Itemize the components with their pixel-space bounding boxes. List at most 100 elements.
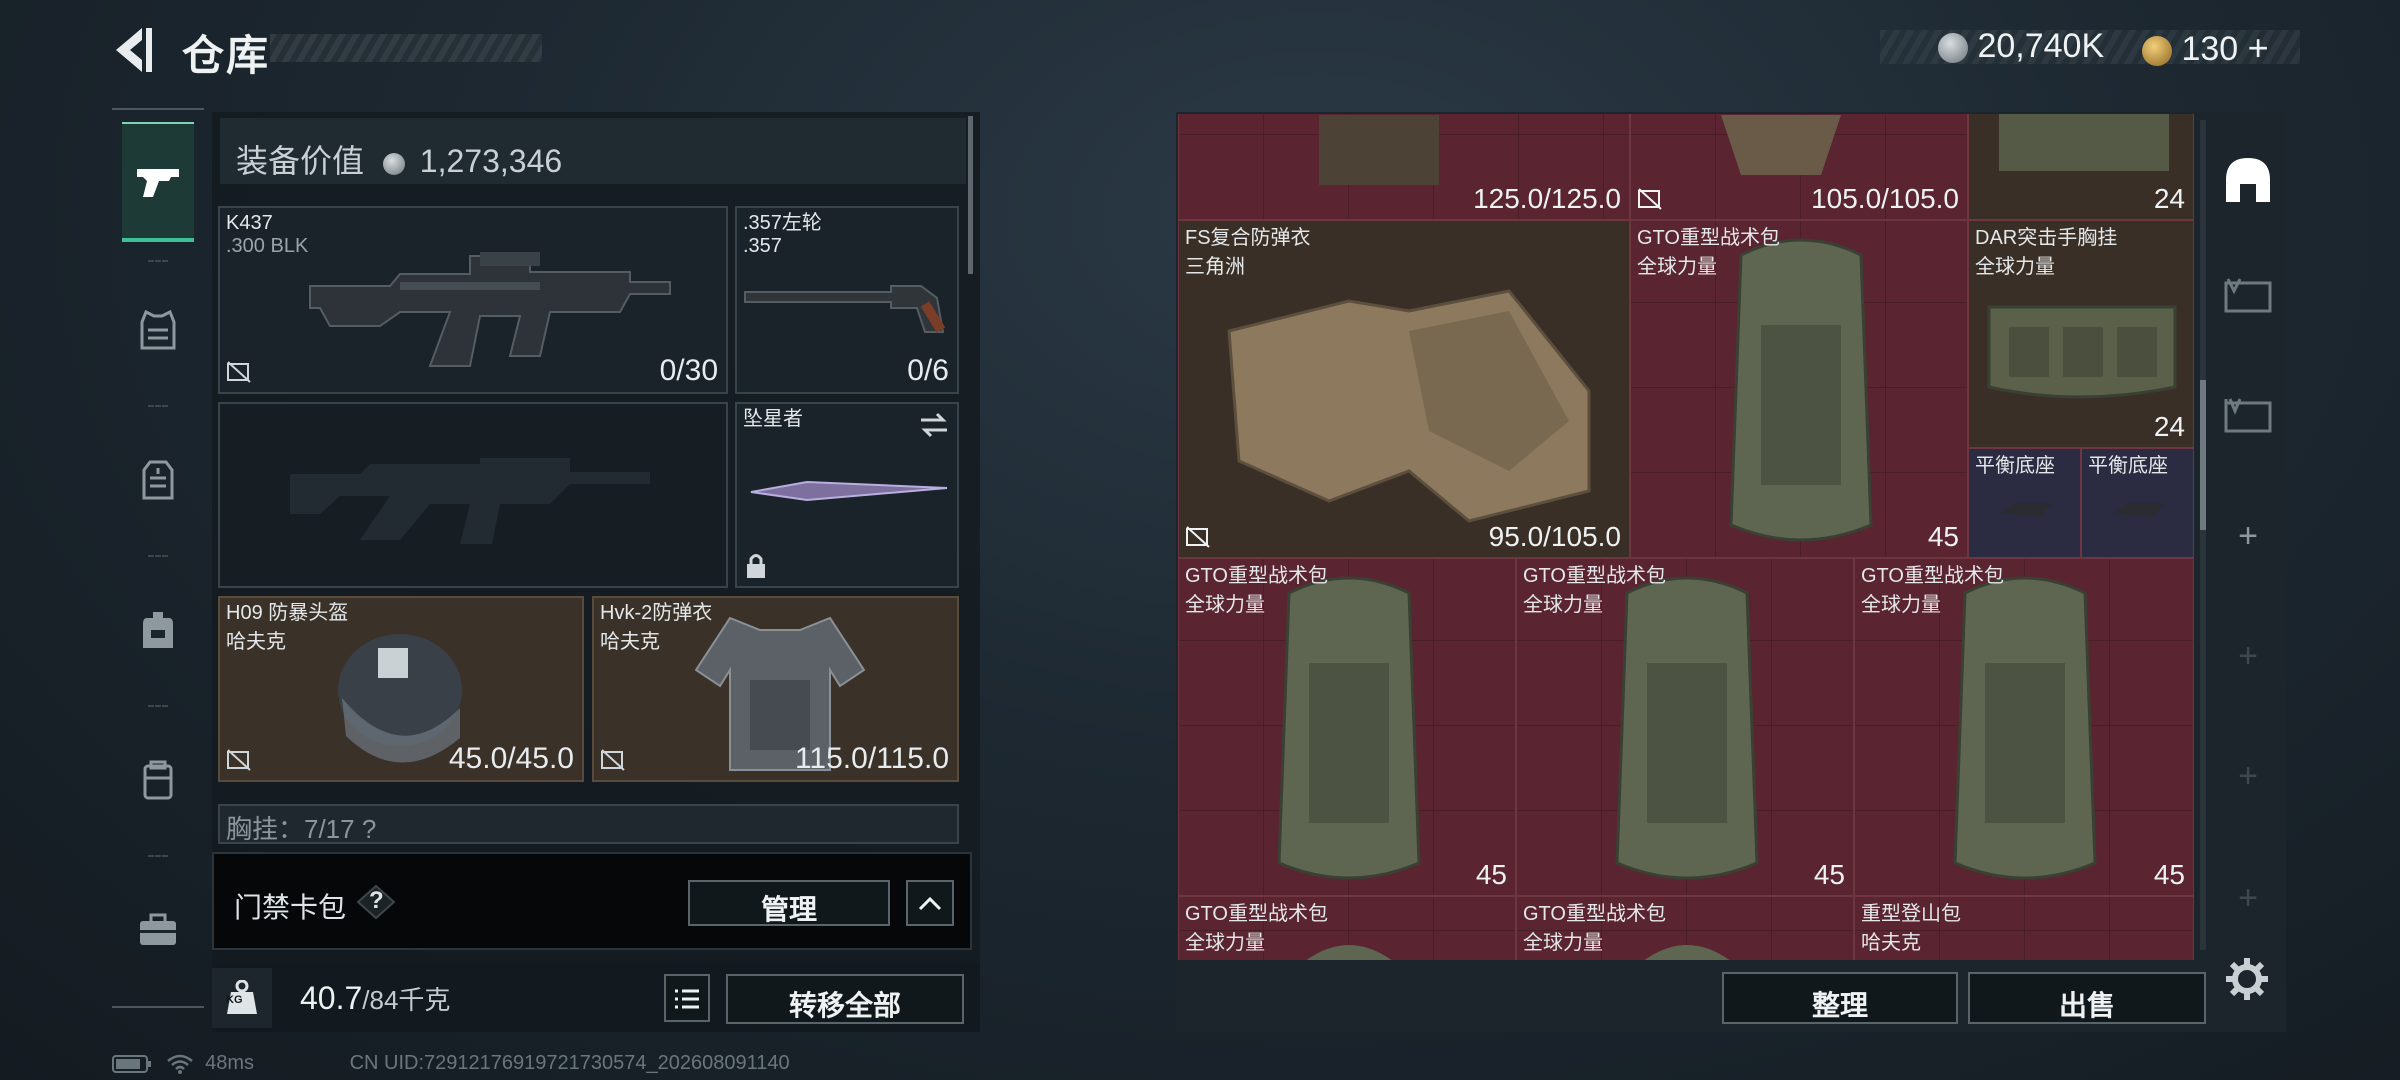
stash-item-value: 105.0/105.0 — [1811, 183, 1959, 214]
secondary-weapon-name: .357左轮 — [743, 212, 822, 234]
add-stash-tab-4[interactable]: + — [2220, 870, 2276, 926]
gold-coin-icon — [2142, 36, 2172, 67]
equipment-value-row: 装备价值 1,273,346 — [220, 118, 966, 184]
stash-item-name: GTO重型战术包 — [1861, 565, 2004, 587]
chevron-up-icon — [918, 896, 942, 911]
nav-pouch[interactable] — [122, 720, 194, 840]
stash-item-gto-backpack-2[interactable]: GTO重型战术包 全球力量 45 — [1178, 558, 1516, 896]
title-stripe — [270, 34, 542, 62]
stash-item-gto-backpack-5[interactable]: GTO重型战术包 全球力量 — [1178, 896, 1516, 960]
stash-item-gto-backpack-6[interactable]: GTO重型战术包 全球力量 — [1516, 896, 1854, 960]
add-gold-button[interactable]: + — [2248, 27, 2269, 68]
swap-icon[interactable] — [919, 412, 949, 438]
stash-item-name: GTO重型战术包 — [1523, 903, 1666, 925]
nav-armor[interactable] — [122, 270, 194, 390]
uninsured-icon — [227, 361, 251, 383]
nav-backpack[interactable] — [122, 570, 194, 690]
stash-item-gto-backpack[interactable]: GTO重型战术包 全球力量 45 — [1630, 220, 1968, 558]
ping: 48ms — [205, 1052, 255, 1074]
stash-item-name: GTO重型战术包 — [1185, 903, 1328, 925]
stash-item-name: GTO重型战术包 — [1523, 565, 1666, 587]
backpack-image — [1615, 576, 1759, 880]
rifle-silhouette-icon — [290, 458, 650, 544]
nav-chest-rig[interactable] — [122, 420, 194, 540]
melee-name: 坠星者 — [743, 408, 803, 430]
stash-item-name: GTO重型战术包 — [1637, 227, 1780, 249]
lock-icon — [747, 554, 765, 578]
add-stash-tab-3[interactable]: + — [2220, 748, 2276, 804]
gear-icon — [2226, 958, 2268, 1000]
settings-button[interactable] — [2224, 956, 2270, 1002]
stash-item-armor-top-2[interactable]: 105.0/105.0 — [1630, 114, 1968, 220]
battery-icon — [112, 1054, 151, 1073]
nav-case[interactable] — [122, 870, 194, 990]
armor-slot[interactable]: Hvk-2防弹衣 哈夫克 115.0/115.0 — [592, 596, 959, 782]
back-button[interactable] — [108, 22, 158, 78]
status-bar: 48ms CN UID:72912176919721730574_2026080… — [112, 1052, 790, 1075]
stash-item-brand: 三角洲 — [1185, 256, 1245, 278]
stash-iv-icon — [2224, 398, 2272, 433]
uninsured-icon — [1186, 526, 1210, 548]
add-stash-tab[interactable]: + — [2220, 508, 2276, 564]
gold-currency[interactable]: 130 + — [2142, 27, 2269, 69]
pouch-icon — [143, 760, 173, 800]
sell-button[interactable]: 出售 — [1968, 972, 2206, 1024]
chest-rig-label: 胸挂：7/17 ? — [226, 814, 377, 844]
page-title: 仓库 — [182, 32, 271, 79]
armor-image — [1227, 289, 1591, 523]
stash-item-brand: 全球力量 — [1523, 932, 1603, 954]
stash-item-rig-top[interactable]: 24 — [1968, 114, 2194, 220]
stash-item-value: 95.0/105.0 — [1488, 521, 1621, 552]
stash-tab-iv[interactable] — [2220, 388, 2276, 444]
collapse-button[interactable] — [906, 880, 954, 926]
stash-item-dar-rig[interactable]: DAR突击手胸挂 全球力量 24 — [1968, 220, 2194, 448]
stash-item-value: 45 — [1475, 859, 1507, 890]
stash-item-balance-base[interactable]: 平衡底座 — [1968, 448, 2081, 558]
stash-item-brand: 全球力量 — [1185, 594, 1265, 616]
stash-item-gto-backpack-3[interactable]: GTO重型战术包 全球力量 45 — [1516, 558, 1854, 896]
backpack-image — [1277, 576, 1421, 880]
keycard-label: 门禁卡包 — [234, 892, 347, 923]
stash-tabs: + + + + — [2206, 114, 2286, 960]
rig-image — [1987, 305, 2177, 399]
loadout-scrollbar[interactable] — [968, 116, 973, 274]
rig-icon — [142, 460, 174, 500]
weight-current-value: 40.7 — [300, 980, 363, 1016]
stash-item-fs-armor[interactable]: FS复合防弹衣 三角洲 95.0/105.0 — [1178, 220, 1630, 558]
helmet-brand: 哈夫克 — [226, 631, 286, 653]
list-view-button[interactable] — [664, 974, 710, 1022]
add-stash-tab-2[interactable]: + — [2220, 628, 2276, 684]
stash-item-armor-top[interactable]: 125.0/125.0 — [1178, 114, 1630, 220]
stash-item-brand: 哈夫克 — [1861, 932, 1921, 954]
helmet-slot[interactable]: H09 防暴头盔 哈夫克 45.0/45.0 — [218, 596, 584, 782]
rig-image — [1999, 114, 2169, 171]
stash-item-gto-backpack-4[interactable]: GTO重型战术包 全球力量 45 — [1854, 558, 2194, 896]
empty-weapon-slot[interactable] — [218, 402, 728, 588]
stash-tab-v[interactable] — [2220, 268, 2276, 324]
uninsured-icon — [227, 749, 251, 771]
transfer-all-button[interactable]: 转移全部 — [726, 974, 964, 1024]
manage-button[interactable]: 管理 — [688, 880, 890, 926]
stash-item-climbing-pack[interactable]: 重型登山包 哈夫克 — [1854, 896, 2194, 960]
melee-slot[interactable]: 坠星者 — [735, 402, 959, 588]
stash-home-tab[interactable] — [2220, 152, 2276, 208]
stash-item-brand: 全球力量 — [1637, 256, 1717, 278]
primary-weapon-ammo-count: 0/30 — [659, 354, 718, 387]
armor-image — [1319, 115, 1439, 185]
stash-item-name: FS复合防弹衣 — [1185, 227, 1311, 249]
uid: CN UID:72912176919721730574_202608091140 — [349, 1052, 790, 1074]
armor-name: Hvk-2防弹衣 — [600, 602, 713, 624]
silver-coin-icon — [382, 152, 405, 175]
keycard-help-button[interactable]: ? — [356, 884, 396, 920]
primary-weapon-slot[interactable]: K437 .300 BLK 0/30 — [218, 206, 728, 394]
uninsured-icon — [601, 749, 625, 771]
uninsured-icon — [1638, 188, 1662, 210]
list-icon — [675, 989, 699, 1009]
nav-weapons[interactable] — [122, 122, 194, 242]
sort-button[interactable]: 整理 — [1722, 972, 1958, 1024]
secondary-weapon-slot[interactable]: .357左轮 .357 0/6 — [735, 206, 959, 394]
chest-rig-row[interactable]: 胸挂：7/17 ? — [218, 804, 959, 844]
stash-item-name: 重型登山包 — [1861, 903, 1961, 925]
stash-item-balance-base-2[interactable]: 平衡底座 — [2081, 448, 2194, 558]
stash-item-name: GTO重型战术包 — [1185, 565, 1328, 587]
